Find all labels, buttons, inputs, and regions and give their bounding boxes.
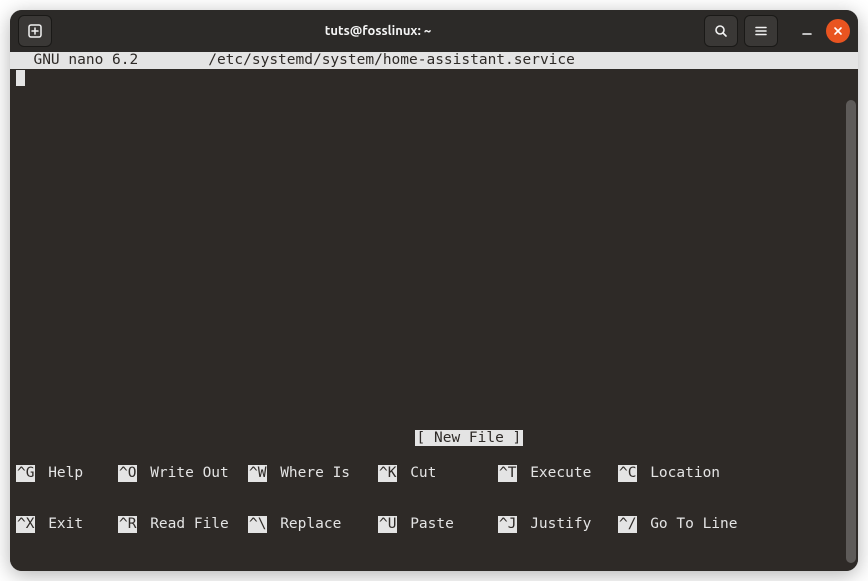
search-icon	[714, 24, 728, 38]
shortcut-label: Write Out	[137, 465, 228, 482]
shortcut-key: ^T	[498, 465, 517, 482]
shortcut-item: ^X Exit	[16, 516, 118, 533]
scrollbar[interactable]	[846, 100, 856, 563]
menu-button[interactable]	[744, 15, 778, 47]
window-frame: tuts@fosslinux: ~	[10, 10, 858, 571]
window-title: tuts@fosslinux: ~	[58, 24, 698, 38]
minimize-icon	[801, 25, 813, 37]
shortcut-key: ^C	[618, 465, 637, 482]
shortcut-label: Help	[35, 465, 83, 482]
shortcut-key: ^\	[248, 516, 267, 533]
shortcut-key: ^X	[16, 516, 35, 533]
terminal-body[interactable]: GNU nano 6.2 /etc/systemd/system/home-as…	[10, 52, 858, 571]
shortcut-item: ^\ Replace	[248, 516, 378, 533]
shortcut-item: ^C Location	[618, 465, 738, 482]
search-button[interactable]	[704, 15, 738, 47]
shortcut-key: ^R	[118, 516, 137, 533]
shortcut-item: ^W Where Is	[248, 465, 378, 482]
shortcut-label: Replace	[267, 516, 341, 533]
shortcut-label: Execute	[517, 465, 591, 482]
titlebar-left	[18, 15, 52, 47]
close-icon	[833, 26, 843, 36]
new-tab-icon	[28, 24, 42, 38]
nano-shortcuts: ^G Help^O Write Out^W Where Is^K Cut^T E…	[10, 430, 858, 571]
shortcut-item: ^/ Go To Line	[618, 516, 738, 533]
shortcut-key: ^J	[498, 516, 517, 533]
shortcut-row: ^G Help^O Write Out^W Where Is^K Cut^T E…	[16, 465, 852, 482]
shortcut-item: ^O Write Out	[118, 465, 248, 482]
shortcut-key: ^/	[618, 516, 637, 533]
titlebar: tuts@fosslinux: ~	[10, 10, 858, 52]
shortcut-item: ^R Read File	[118, 516, 248, 533]
scrollbar-thumb[interactable]	[846, 100, 856, 563]
minimize-button[interactable]	[794, 18, 820, 44]
shortcut-item: ^U Paste	[378, 516, 498, 533]
shortcut-label: Read File	[137, 516, 228, 533]
shortcut-item: ^T Execute	[498, 465, 618, 482]
new-tab-button[interactable]	[18, 15, 52, 47]
shortcut-label: Go To Line	[637, 516, 737, 533]
text-cursor	[16, 70, 25, 86]
nano-status-line: [ New File ]	[10, 413, 858, 430]
shortcut-item: ^G Help	[16, 465, 118, 482]
close-button[interactable]	[826, 19, 850, 43]
terminal-window: tuts@fosslinux: ~	[0, 0, 868, 581]
shortcut-key: ^U	[378, 516, 397, 533]
shortcut-label: Exit	[35, 516, 83, 533]
shortcut-row: ^X Exit^R Read File^\ Replace^U Paste^J …	[16, 516, 852, 533]
shortcut-item: ^J Justify	[498, 516, 618, 533]
shortcut-label: Paste	[397, 516, 453, 533]
shortcut-key: ^K	[378, 465, 397, 482]
shortcut-key: ^G	[16, 465, 35, 482]
hamburger-icon	[754, 24, 768, 38]
nano-app-label: GNU nano 6.2	[16, 52, 138, 69]
nano-editor-area[interactable]	[10, 69, 858, 413]
shortcut-key: ^O	[118, 465, 137, 482]
shortcut-label: Location	[637, 465, 720, 482]
shortcut-label: Cut	[397, 465, 436, 482]
nano-header: GNU nano 6.2 /etc/systemd/system/home-as…	[10, 52, 858, 69]
shortcut-label: Justify	[517, 516, 591, 533]
shortcut-item: ^K Cut	[378, 465, 498, 482]
titlebar-right	[704, 15, 850, 47]
shortcut-key: ^W	[248, 465, 267, 482]
shortcut-label: Where Is	[267, 465, 350, 482]
nano-filepath: /etc/systemd/system/home-assistant.servi…	[138, 52, 852, 69]
